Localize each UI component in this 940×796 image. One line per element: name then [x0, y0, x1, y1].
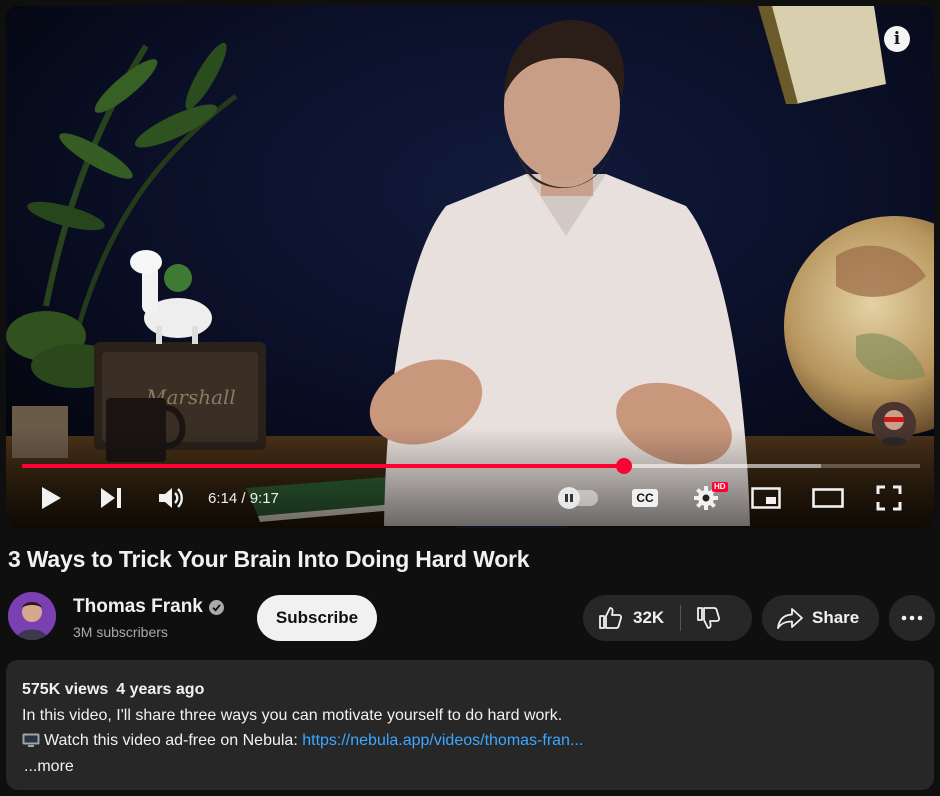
- channel-name[interactable]: Thomas Frank: [73, 596, 224, 618]
- share-icon: [777, 608, 803, 629]
- autoplay-toggle[interactable]: [558, 487, 598, 509]
- time-display: 6:14 / 9:17: [208, 490, 279, 507]
- subscriber-count: 3M subscribers: [73, 624, 168, 640]
- play-icon: [42, 487, 61, 509]
- upload-age: 4 years ago: [116, 681, 205, 698]
- next-icon: [101, 488, 121, 508]
- thumbs-up-icon: [599, 607, 623, 629]
- like-divider: [680, 605, 682, 631]
- captions-icon: CC: [632, 489, 658, 507]
- next-button[interactable]: [94, 480, 128, 516]
- channel-name-text[interactable]: Thomas Frank: [73, 596, 203, 618]
- view-count: 575K views: [22, 681, 109, 698]
- youtube-watch-page: Marshall i 6:14 / 9:17 CC HD 3 Ways to T…: [0, 0, 940, 796]
- captions-button[interactable]: CC: [628, 480, 662, 516]
- volume-icon: [159, 488, 183, 508]
- autoplay-knob: [558, 487, 580, 509]
- thumbs-down-icon: [697, 607, 721, 629]
- video-title: 3 Ways to Trick Your Brain Into Doing Ha…: [8, 546, 530, 572]
- progress-played: [22, 464, 624, 468]
- controls-gradient: [6, 428, 934, 528]
- like-dislike-group: 32K: [583, 595, 752, 641]
- theater-icon: [812, 488, 844, 508]
- like-count: 32K: [633, 608, 665, 627]
- verified-check-icon: [208, 599, 224, 615]
- fullscreen-button[interactable]: [872, 480, 906, 516]
- channel-avatar[interactable]: [8, 592, 56, 640]
- video-player[interactable]: Marshall i 6:14 / 9:17 CC HD: [6, 6, 934, 528]
- description-line-2: Watch this video ad-free on Nebula: http…: [22, 728, 918, 754]
- subscribe-button[interactable]: Subscribe: [257, 595, 377, 641]
- theater-mode-button[interactable]: [808, 480, 848, 516]
- avatar-icon: [8, 592, 56, 640]
- settings-button[interactable]: HD: [688, 480, 728, 516]
- tv-icon: [22, 733, 40, 747]
- miniplayer-button[interactable]: [748, 480, 784, 516]
- like-button[interactable]: 32K: [583, 595, 664, 641]
- hd-badge: HD: [712, 482, 728, 492]
- share-button[interactable]: Share: [762, 595, 879, 641]
- share-label: Share: [812, 608, 860, 627]
- more-horizontal-icon: [901, 615, 923, 621]
- description-line-1: In this video, I'll share three ways you…: [22, 706, 563, 724]
- pause-icon: [565, 494, 573, 502]
- description-box[interactable]: 575K views 4 years ago In this video, I'l…: [6, 660, 934, 790]
- dislike-button[interactable]: [695, 595, 721, 641]
- show-more-link[interactable]: ...more: [24, 754, 918, 780]
- miniplayer-icon: [751, 487, 781, 509]
- more-actions-button[interactable]: [889, 595, 935, 641]
- description-line-2-text: Watch this video ad-free on Nebula:: [44, 732, 303, 749]
- mute-button[interactable]: [154, 480, 188, 516]
- nebula-link[interactable]: https://nebula.app/videos/thomas-fran...: [302, 732, 583, 749]
- description-meta: 575K views 4 years ago: [22, 677, 918, 703]
- play-button[interactable]: [34, 480, 68, 516]
- progress-bar[interactable]: [22, 458, 920, 474]
- info-icon[interactable]: i: [884, 26, 910, 52]
- fullscreen-icon: [876, 485, 902, 511]
- progress-scrubber[interactable]: [615, 458, 632, 474]
